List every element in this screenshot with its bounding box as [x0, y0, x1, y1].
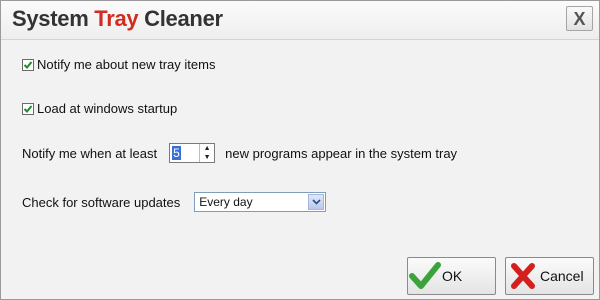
- spinner-down-icon[interactable]: ▼: [200, 153, 214, 162]
- notify-new-label: Notify me about new tray items: [37, 57, 216, 72]
- ok-label: OK: [442, 268, 463, 284]
- update-frequency-value: Every day: [199, 195, 253, 209]
- updates-label: Check for software updates: [22, 194, 181, 210]
- title-word-tray: Tray: [94, 6, 139, 31]
- checkmark-icon: [23, 104, 33, 113]
- threshold-spinner[interactable]: 5 ▲ ▼: [169, 143, 216, 163]
- ok-button[interactable]: OK: [407, 257, 496, 295]
- app-title: System Tray Cleaner: [12, 6, 223, 32]
- load-startup-label: Load at windows startup: [37, 101, 178, 116]
- dialog-window: System Tray Cleaner X Notify me about ne…: [0, 0, 600, 300]
- green-check-icon: [408, 261, 442, 291]
- notify-new-option[interactable]: Notify me about new tray items: [22, 57, 215, 72]
- title-bar: System Tray Cleaner X: [1, 1, 599, 40]
- updates-row: Check for software updates Every day: [22, 192, 327, 212]
- update-frequency-select[interactable]: Every day: [194, 192, 327, 212]
- threshold-label-before: Notify me when at least: [22, 145, 158, 161]
- spinner-up-icon[interactable]: ▲: [200, 144, 214, 153]
- threshold-row: Notify me when at least 5 ▲ ▼ new progra…: [22, 143, 457, 163]
- cancel-button[interactable]: Cancel: [505, 257, 594, 295]
- load-startup-checkbox[interactable]: [22, 102, 34, 115]
- threshold-value[interactable]: 5: [172, 146, 181, 160]
- title-word-cleaner: Cleaner: [144, 6, 223, 31]
- red-x-icon: [506, 261, 540, 291]
- notify-new-checkbox[interactable]: [22, 58, 34, 71]
- cancel-label: Cancel: [540, 268, 584, 284]
- spinner-arrows: ▲ ▼: [199, 144, 214, 162]
- threshold-label-after: new programs appear in the system tray: [225, 145, 458, 161]
- close-button[interactable]: X: [566, 6, 593, 31]
- title-word-system: System: [12, 6, 89, 31]
- checkmark-icon: [23, 60, 33, 69]
- chevron-down-icon[interactable]: [308, 194, 325, 210]
- load-startup-option[interactable]: Load at windows startup: [22, 101, 177, 116]
